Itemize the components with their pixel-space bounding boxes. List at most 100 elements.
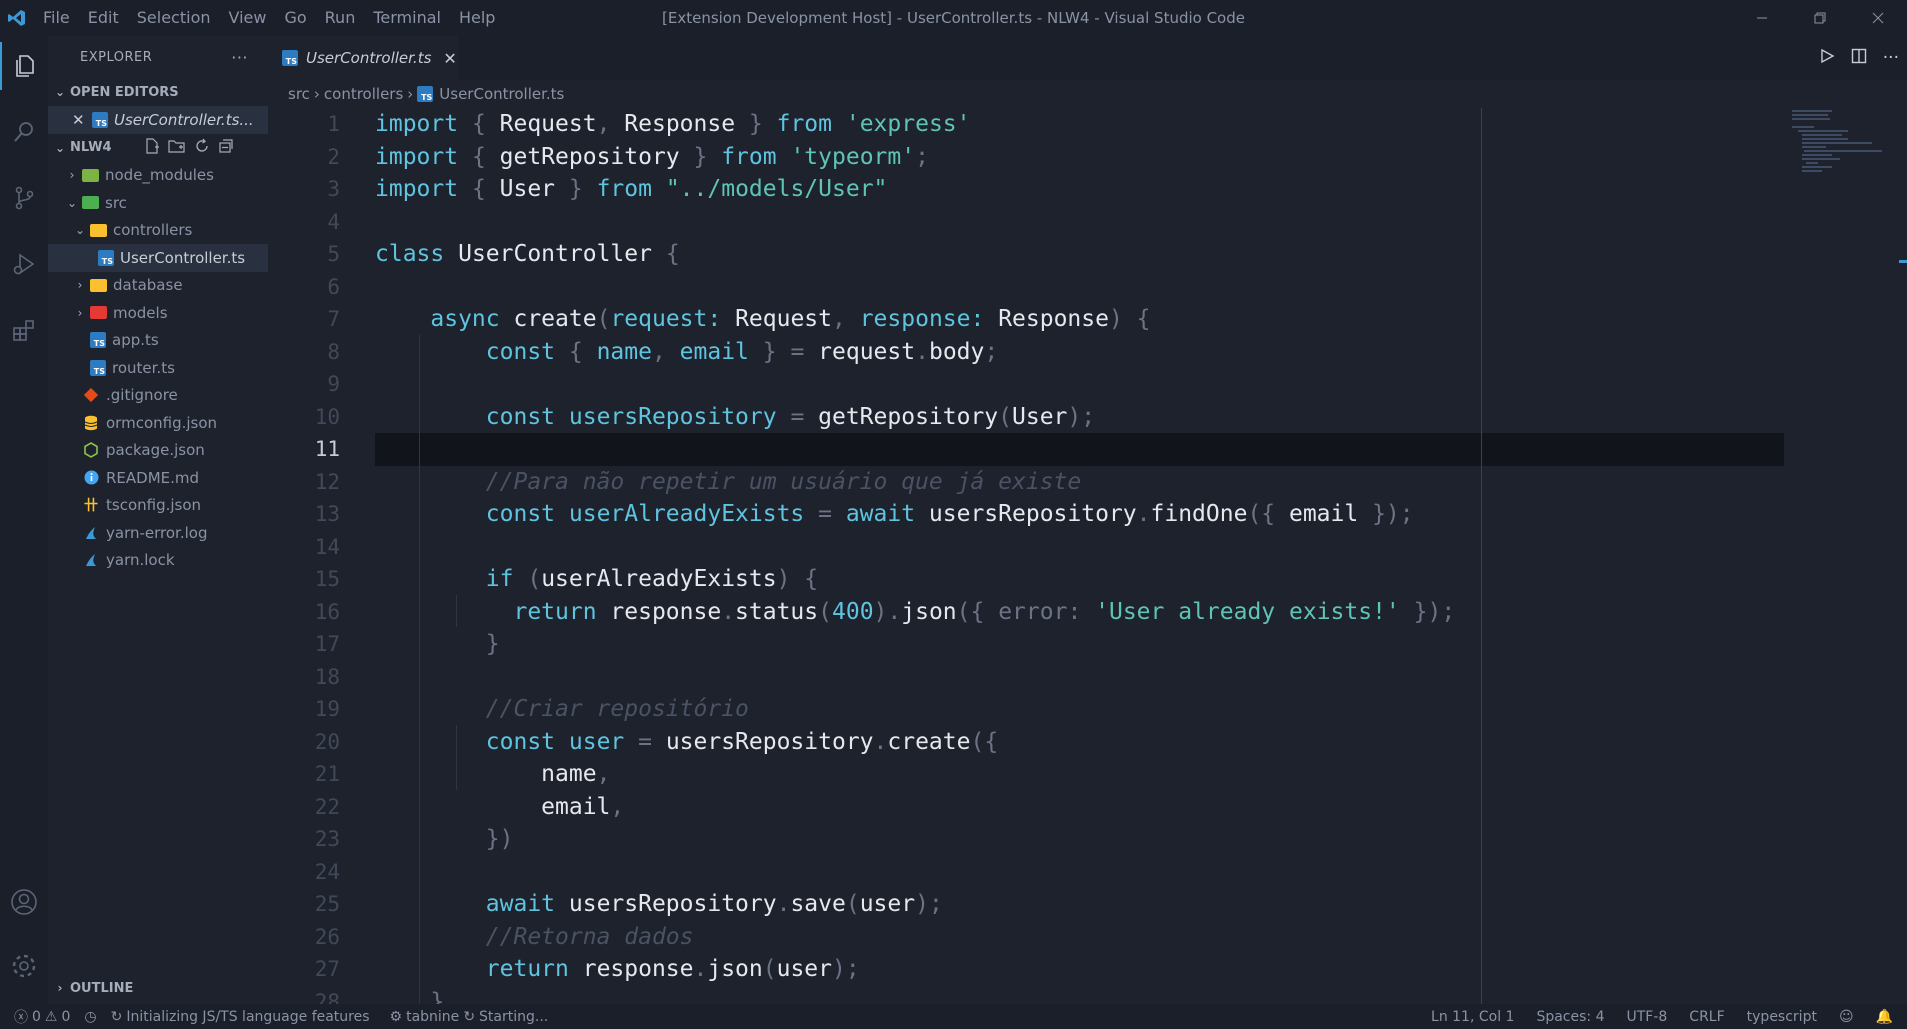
problems-indicator[interactable]: ⓧ 0 ⚠ 0 xyxy=(14,1007,70,1027)
progress-indicator[interactable]: ↻ Initializing JS/TS language features xyxy=(111,1009,370,1025)
code-token: response xyxy=(582,956,694,982)
tree-item-app[interactable]: TS app.ts xyxy=(48,327,268,355)
close-icon[interactable]: ✕ xyxy=(72,111,86,129)
encoding[interactable]: UTF-8 xyxy=(1626,1009,1667,1025)
new-folder-icon[interactable] xyxy=(167,138,186,158)
breadcrumb-src[interactable]: src xyxy=(288,85,310,103)
line-number: 10 xyxy=(314,404,340,429)
code-token: getRepository xyxy=(499,143,680,170)
code-line: class UserController { xyxy=(375,238,1907,271)
gear-icon[interactable] xyxy=(0,942,48,990)
code-token: import xyxy=(375,176,472,202)
search-icon[interactable] xyxy=(0,108,48,156)
tree-item-router[interactable]: TS router.ts xyxy=(48,354,268,382)
menu-selection[interactable]: Selection xyxy=(128,0,220,36)
tree-item-gitignore[interactable]: .gitignore xyxy=(48,382,268,410)
menu-go[interactable]: Go xyxy=(275,0,315,36)
code-line: return response.status(400).json({ error… xyxy=(375,596,1907,629)
code-editor[interactable]: 1 2 3 4 5 6 7 8 9 10 11 12 13 14 15 16 17 18 19 20 21 22 23 24 2… xyxy=(268,108,1907,1004)
code-area[interactable]: import { Request, Response } from 'expre… xyxy=(375,108,1907,1004)
tree-item-tsconfig[interactable]: 卄 tsconfig.json xyxy=(48,492,268,520)
collapse-all-icon[interactable] xyxy=(218,138,234,158)
more-actions-icon[interactable]: ··· xyxy=(231,48,248,67)
refresh-icon[interactable] xyxy=(194,138,210,158)
tree-item-usercontroller[interactable]: TS UserController.ts xyxy=(48,244,268,272)
code-token: class xyxy=(375,241,459,267)
more-actions-icon[interactable]: ··· xyxy=(1883,48,1899,68)
sync-icon: ↻ xyxy=(110,1008,123,1025)
code-token: const xyxy=(375,338,569,365)
menu-help[interactable]: Help xyxy=(450,0,504,36)
code-token: userAlreadyExists xyxy=(568,501,805,527)
source-control-icon[interactable] xyxy=(0,174,48,222)
tree-item-database[interactable]: › database xyxy=(48,272,268,300)
project-section[interactable]: ⌄ NLW4 xyxy=(48,134,268,162)
explorer-icon[interactable] xyxy=(0,42,48,90)
code-token: 'express' xyxy=(845,111,971,137)
tree-item-src[interactable]: ⌄ src xyxy=(48,189,268,217)
code-token: //Criar repositório xyxy=(375,696,749,722)
open-editor-item[interactable]: ✕ TS UserController.ts... xyxy=(48,106,268,134)
tree-label: ormconfig.json xyxy=(106,413,218,432)
code-token: , xyxy=(610,793,625,820)
cursor-position[interactable]: Ln 11, Col 1 xyxy=(1431,1009,1514,1025)
minimize-button[interactable] xyxy=(1733,0,1791,36)
menu-run[interactable]: Run xyxy=(316,0,365,36)
menu-view[interactable]: View xyxy=(220,0,276,36)
tree-item-ormconfig[interactable]: ormconfig.json xyxy=(48,409,268,437)
run-icon[interactable] xyxy=(1819,48,1835,69)
run-debug-icon[interactable] xyxy=(0,240,48,288)
restore-button[interactable] xyxy=(1791,0,1849,36)
notifications-icon[interactable]: 🔔 xyxy=(1876,1009,1893,1025)
tabnine-status[interactable]: ⚙ tabnine ↻ Starting... xyxy=(390,1009,549,1025)
code-token: ( xyxy=(762,956,777,982)
menu-terminal[interactable]: Terminal xyxy=(364,0,450,36)
code-token: 'User already exists!' xyxy=(1095,598,1400,625)
code-token: , xyxy=(596,111,625,137)
breadcrumb-controllers[interactable]: controllers xyxy=(324,85,403,103)
code-token: { xyxy=(471,176,500,202)
language-mode[interactable]: typescript xyxy=(1747,1009,1817,1025)
tree-item-readme[interactable]: README.md xyxy=(48,464,268,492)
tree-label: app.ts xyxy=(112,331,159,350)
open-editors-section[interactable]: ⌄ OPEN EDITORS xyxy=(48,78,268,106)
code-token: name xyxy=(375,761,597,787)
close-icon[interactable]: ✕ xyxy=(443,49,456,68)
account-icon[interactable] xyxy=(0,878,48,926)
code-token: ( xyxy=(596,306,611,332)
vertical-scrollbar[interactable] xyxy=(1893,108,1907,1004)
vscode-logo-icon xyxy=(0,0,34,36)
minimap[interactable] xyxy=(1792,108,1892,228)
outline-section[interactable]: › OUTLINE xyxy=(48,974,134,1002)
breadcrumb-file[interactable]: UserController.ts xyxy=(439,85,564,103)
outline-label: OUTLINE xyxy=(70,980,134,996)
tree-item-controllers[interactable]: ⌄ controllers xyxy=(48,217,268,245)
feedback-icon[interactable]: ☺ xyxy=(1839,1009,1854,1025)
close-window-button[interactable] xyxy=(1849,0,1907,36)
code-token: } xyxy=(375,631,500,657)
tree-item-node-modules[interactable]: › node_modules xyxy=(48,162,268,190)
menu-edit[interactable]: Edit xyxy=(79,0,128,36)
indentation[interactable]: Spaces: 4 xyxy=(1536,1009,1604,1025)
tree-item-models[interactable]: › models xyxy=(48,299,268,327)
extensions-icon[interactable] xyxy=(0,306,48,354)
code-token: user xyxy=(568,728,625,755)
line-number: 26 xyxy=(314,924,340,949)
line-number: 18 xyxy=(314,664,340,689)
tab-usercontroller[interactable]: TS UserController.ts ✕ xyxy=(268,36,458,80)
code-token: async xyxy=(375,306,514,332)
split-editor-icon[interactable] xyxy=(1851,48,1867,69)
line-number: 14 xyxy=(314,534,340,559)
new-file-icon[interactable] xyxy=(144,137,160,158)
code-line: } xyxy=(375,986,1907,1005)
history-icon[interactable]: ◷ xyxy=(84,1009,96,1025)
code-line: }) xyxy=(375,823,1907,856)
menu-file[interactable]: File xyxy=(34,0,79,36)
code-token: ); xyxy=(1067,403,1096,430)
end-of-line[interactable]: CRLF xyxy=(1689,1009,1724,1025)
tree-item-package[interactable]: package.json xyxy=(48,437,268,465)
tree-item-yarn-lock[interactable]: yarn.lock xyxy=(48,547,268,575)
tree-item-yarn-error[interactable]: yarn-error.log xyxy=(48,519,268,547)
typescript-file-icon: TS xyxy=(92,111,108,128)
